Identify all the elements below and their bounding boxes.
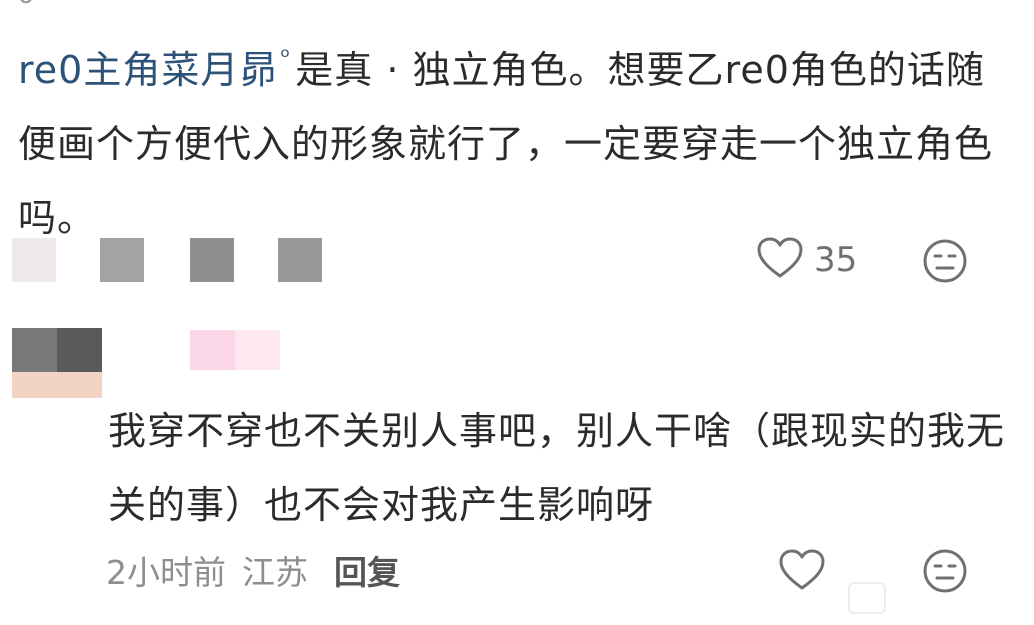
mosaic-block [12, 238, 56, 282]
avatar[interactable] [12, 328, 102, 398]
like-count: 35 [814, 240, 858, 280]
reply-button[interactable]: 回复 [334, 546, 400, 594]
neutral-face-icon[interactable] [922, 238, 968, 288]
mosaic-block [190, 238, 234, 282]
previous-content-fragment: ᴗ [18, 0, 88, 4]
comment-body: re0主角菜月昴ᵒ 是真 · 独立角色。想要乙re0角色的话随便画个方便代入的形象… [18, 20, 1008, 255]
username-redaction [190, 330, 280, 370]
reply-meta: 2小时前 江苏 回复 [106, 546, 400, 594]
reply-emoji-reaction [922, 548, 968, 598]
watermark-logo [848, 582, 886, 614]
mosaic-block [100, 238, 144, 282]
heart-outline-icon[interactable] [778, 548, 826, 596]
heart-outline-icon[interactable] [756, 236, 804, 284]
reply-actions [778, 548, 826, 596]
neutral-face-icon[interactable] [922, 548, 968, 598]
user-mention-link[interactable]: re0主角菜月昴 [18, 48, 278, 92]
ip-region: 江苏 [242, 553, 308, 592]
timestamp: 2小时前 [106, 553, 226, 592]
reply-body: 我穿不穿也不关别人事吧，别人干啥（跟现实的我无关的事）也不会对我产生影响呀 [108, 409, 1006, 527]
emoji-reaction [922, 238, 968, 288]
search-icon[interactable]: ᵒ [280, 43, 291, 71]
mosaic-redaction [0, 238, 400, 282]
comment-actions: 35 [756, 236, 857, 284]
mosaic-block [278, 238, 322, 282]
